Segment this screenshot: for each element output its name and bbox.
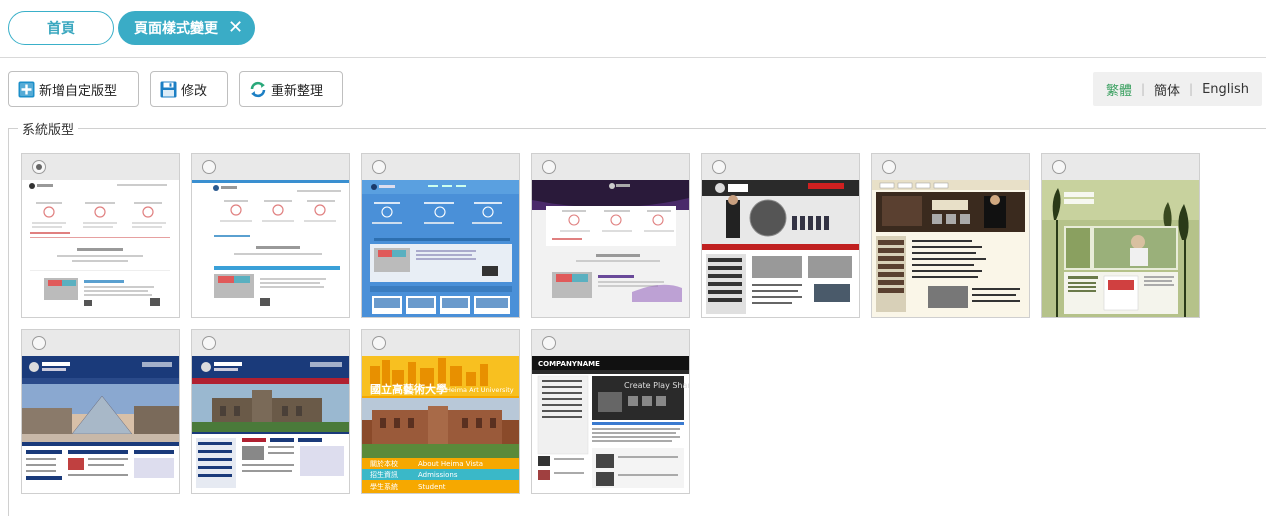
template-radio[interactable] [372,160,386,174]
template-radio[interactable] [882,160,896,174]
template-radio[interactable] [202,160,216,174]
template-radio[interactable] [712,160,726,174]
about-school-label: 關於本校 [370,459,398,468]
create-play-share-label: Create Play Share [624,381,689,390]
toolbar: 新增自定版型 修改 重新整理 [8,71,343,107]
group-border-top [8,128,1266,129]
template-card-header [532,154,689,180]
template-card[interactable] [191,153,350,318]
template-card-header [362,330,519,356]
template-card[interactable] [191,329,350,494]
save-icon [160,81,177,97]
template-card-header [192,154,349,180]
edit-button[interactable]: 修改 [150,71,228,107]
refresh-label: 重新整理 [271,83,324,99]
template-card[interactable] [871,153,1030,318]
template-thumbnail [22,356,179,493]
lang-simplified[interactable]: 簡体 [1154,80,1180,99]
template-card[interactable] [361,153,520,318]
lang-separator: | [1140,82,1146,96]
template-thumbnail: COMPANYNAME Create Play Share [532,356,689,493]
template-card[interactable] [1041,153,1200,318]
lang-separator: | [1189,82,1194,96]
template-card[interactable]: 國立高藝術大學 Heima Art University 關於本校 About … [361,329,520,494]
template-card[interactable]: COMPANYNAME Create Play Share [531,329,690,494]
template-card-header [872,154,1029,180]
about-heima-vista-label: About Heima Vista [418,460,483,468]
template-card[interactable] [531,153,690,318]
template-thumbnail [1042,180,1199,317]
template-thumbnail [192,356,349,493]
art-university-title: 國立高藝術大學 [370,382,447,396]
template-thumbnail [532,180,689,317]
admissions-label: Admissions [418,471,458,479]
template-thumbnail [702,180,859,317]
template-thumbnail [362,180,519,317]
companyname-label: COMPANYNAME [538,360,600,368]
art-university-subtitle: Heima Art University [446,386,514,394]
edit-label: 修改 [181,83,208,99]
add-icon [18,81,35,97]
template-radio[interactable] [1052,160,1066,174]
lang-traditional[interactable]: 繁體 [1106,80,1132,99]
lang-english[interactable]: English [1202,82,1249,97]
template-card[interactable] [21,329,180,494]
template-thumbnail [192,180,349,317]
template-card-header [192,330,349,356]
tab-page-style[interactable]: 頁面樣式變更 ✕ [118,11,255,45]
template-card[interactable] [701,153,860,318]
template-card-header [1042,154,1199,180]
student-label: Student [418,483,446,491]
tab-page-style-label: 頁面樣式變更 [133,21,218,37]
add-custom-template-button[interactable]: 新增自定版型 [8,71,139,107]
student-system-label: 學生系統 [370,482,398,491]
template-radio[interactable] [32,160,46,174]
template-card-header [532,330,689,356]
template-radio[interactable] [372,336,386,350]
close-icon[interactable]: ✕ [228,19,243,37]
template-radio[interactable] [202,336,216,350]
system-templates-title: 系統版型 [18,119,79,138]
language-switcher: 繁體 | 簡体 | English [1093,72,1262,106]
template-card-header [362,154,519,180]
template-radio[interactable] [542,336,556,350]
tab-home[interactable]: 首頁 [8,11,114,45]
template-thumbnail [872,180,1029,317]
group-border-left [8,128,9,516]
template-radio[interactable] [542,160,556,174]
template-card-header [702,154,859,180]
tab-bar: 首頁 頁面樣式變更 ✕ [0,0,1266,58]
template-thumbnail [22,180,179,317]
template-thumbnail: 國立高藝術大學 Heima Art University 關於本校 About … [362,356,519,493]
add-custom-template-label: 新增自定版型 [39,83,118,99]
template-radio[interactable] [32,336,46,350]
template-card-header [22,154,179,180]
refresh-button[interactable]: 重新整理 [239,71,343,107]
template-card-header [22,330,179,356]
admission-info-label: 招生資訊 [370,470,398,479]
template-card[interactable] [21,153,180,318]
refresh-icon [250,81,266,97]
